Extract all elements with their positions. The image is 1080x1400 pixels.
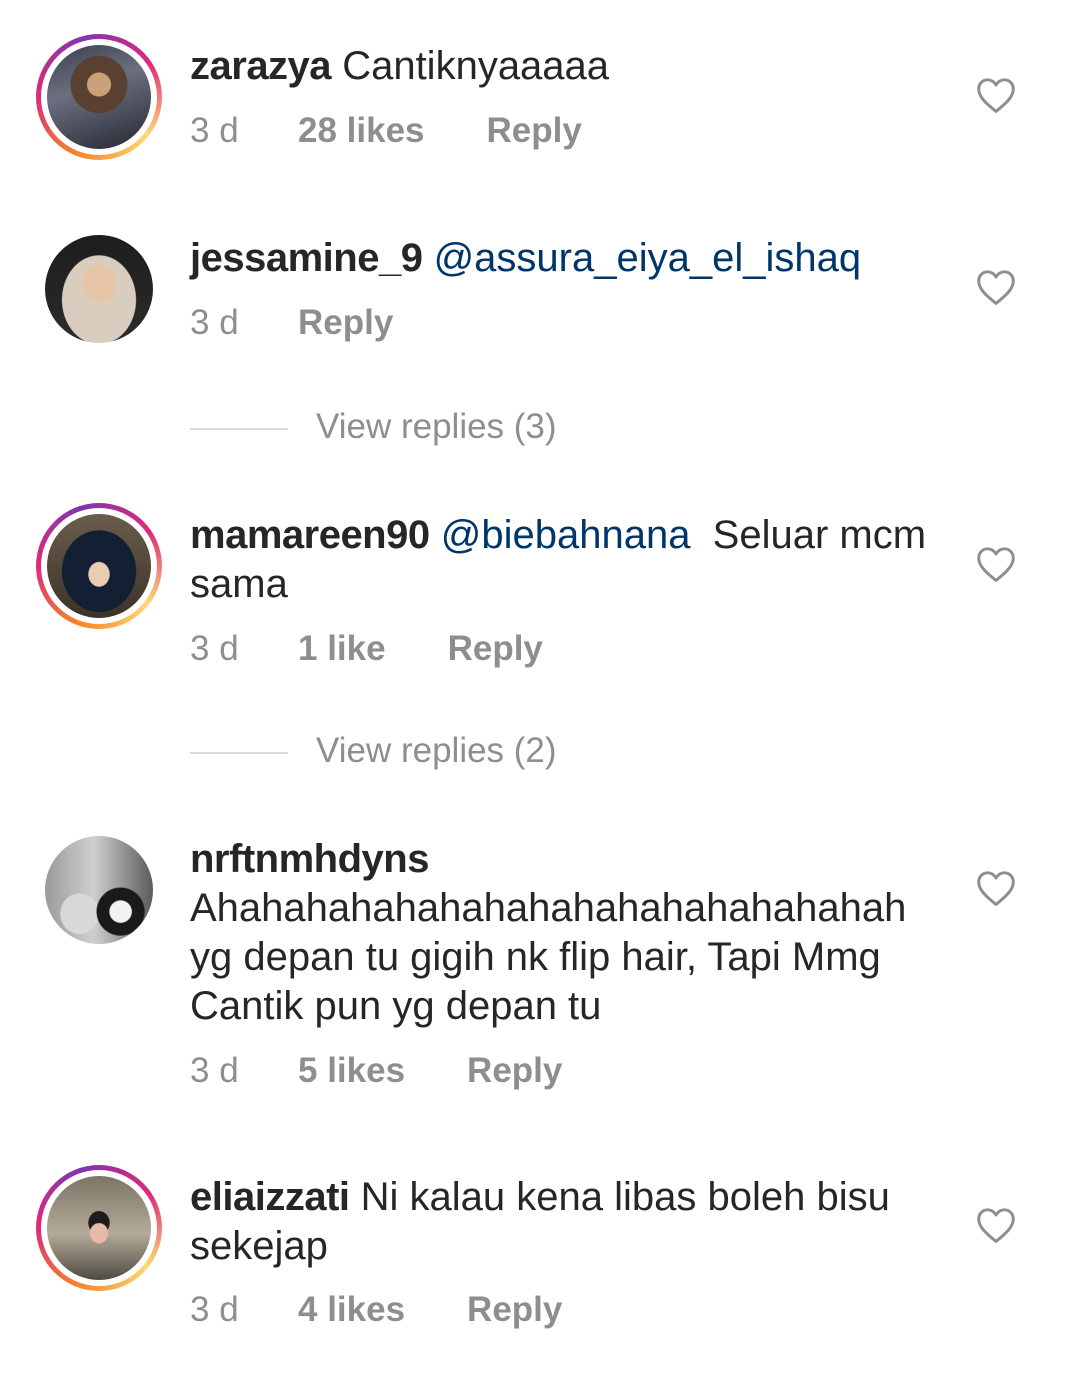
avatar[interactable]: [47, 1176, 151, 1280]
comment-username[interactable]: mamareen90: [190, 513, 430, 557]
avatar[interactable]: [47, 45, 151, 149]
story-ring[interactable]: [36, 34, 162, 160]
reply-button[interactable]: Reply: [467, 1290, 562, 1330]
avatar-frame[interactable]: [36, 226, 162, 352]
heart-outline-icon[interactable]: [975, 76, 1017, 114]
comment-time: 3 d: [190, 1290, 239, 1329]
comment-likes[interactable]: 4 likes: [298, 1290, 405, 1330]
avatar-frame[interactable]: [36, 827, 162, 953]
comment-meta: 3 d Reply: [190, 303, 393, 343]
reply-button[interactable]: Reply: [448, 629, 543, 669]
comment-username[interactable]: jessamine_9: [190, 236, 423, 280]
comment-meta: 3 d 5 likes Reply: [190, 1051, 562, 1091]
view-replies-button[interactable]: View replies (2): [190, 731, 557, 771]
comment-mention[interactable]: @assura_eiya_el_ishaq: [434, 236, 862, 280]
comment-body: nrftnmhdyns Ahahahahahahahahahahahahahah…: [190, 835, 950, 1031]
reply-button[interactable]: Reply: [487, 111, 582, 151]
comment-username[interactable]: zarazya: [190, 44, 332, 88]
view-replies-label: View replies (2): [316, 731, 557, 770]
comment-username[interactable]: eliaizzati: [190, 1175, 350, 1219]
reply-button[interactable]: Reply: [298, 303, 393, 343]
comment-meta: 3 d 4 likes Reply: [190, 1290, 562, 1330]
avatar[interactable]: [45, 235, 153, 343]
avatar[interactable]: [45, 836, 153, 944]
comment-time: 3 d: [190, 111, 239, 150]
reply-button[interactable]: Reply: [467, 1051, 562, 1091]
comment-time: 3 d: [190, 303, 239, 342]
comment-text: Ahahahahahahahahahahahahahahahah yg depa…: [190, 886, 907, 1028]
thread-divider: [190, 751, 288, 754]
comment-username[interactable]: nrftnmhdyns: [190, 837, 429, 881]
comment-mention[interactable]: @biebahnana: [441, 513, 691, 557]
heart-outline-icon[interactable]: [975, 869, 1017, 907]
comment-likes[interactable]: 28 likes: [298, 111, 425, 151]
comment-body: zarazya Cantiknyaaaaa: [190, 42, 950, 91]
comment-likes[interactable]: 1 like: [298, 629, 386, 669]
comment-text: Cantiknyaaaaa: [342, 44, 610, 88]
comment-body: eliaizzati Ni kalau kena libas boleh bis…: [190, 1173, 950, 1271]
heart-outline-icon[interactable]: [975, 268, 1017, 306]
thread-divider: [190, 427, 288, 430]
comment-likes[interactable]: 5 likes: [298, 1051, 405, 1091]
comment-meta: 3 d 28 likes Reply: [190, 111, 582, 151]
story-ring[interactable]: [36, 1165, 162, 1291]
comment-time: 3 d: [190, 629, 239, 668]
heart-outline-icon[interactable]: [975, 545, 1017, 583]
view-replies-button[interactable]: View replies (3): [190, 407, 557, 447]
comment-body: mamareen90 @biebahnana Seluar mcm sama: [190, 511, 950, 609]
avatar[interactable]: [47, 514, 151, 618]
story-ring[interactable]: [36, 503, 162, 629]
comment-time: 3 d: [190, 1051, 239, 1090]
view-replies-label: View replies (3): [316, 407, 557, 446]
comment-body: jessamine_9 @assura_eiya_el_ishaq: [190, 234, 950, 283]
comment-meta: 3 d 1 like Reply: [190, 629, 543, 669]
heart-outline-icon[interactable]: [975, 1206, 1017, 1244]
